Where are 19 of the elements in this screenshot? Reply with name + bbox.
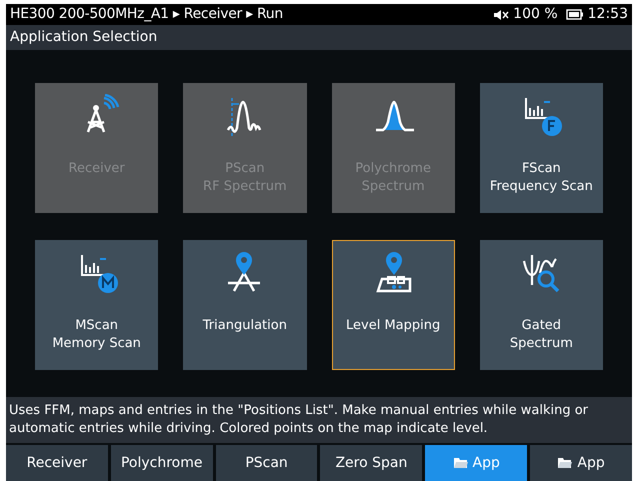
app-tile[interactable]: FScan Frequency Scan bbox=[480, 83, 603, 213]
app-tile[interactable]: Level Mapping bbox=[332, 240, 455, 370]
muted-speaker-icon bbox=[493, 8, 510, 20]
breadcrumb-path: HE300 200-500MHz_A1 ▸ Receiver ▸ Run bbox=[10, 5, 283, 24]
softkey-button[interactable]: Receiver bbox=[6, 445, 108, 481]
description-text: Uses FFM, maps and entries in the "Positions List". Make manual entries while walking or automatic entries while driving. Colored points on the map indicate level. bbox=[9, 402, 590, 438]
clock-time: 12:53 bbox=[588, 5, 628, 24]
volume-level: 100 % bbox=[513, 5, 558, 24]
folder-icon bbox=[557, 457, 574, 469]
folder-icon bbox=[452, 457, 469, 469]
app-tile[interactable]: Gated Spectrum bbox=[480, 240, 603, 370]
app-tile[interactable]: MScan Memory Scan bbox=[35, 240, 158, 370]
softkey-button[interactable]: App bbox=[530, 445, 632, 481]
softkey-button[interactable]: Zero Span bbox=[320, 445, 422, 481]
screen-title: Application Selection bbox=[10, 28, 158, 47]
softkey-button[interactable]: PScan bbox=[216, 445, 318, 481]
app-tile[interactable]: Triangulation bbox=[183, 240, 306, 370]
softkey-button[interactable]: Polychrome bbox=[110, 445, 213, 481]
battery-icon bbox=[566, 9, 584, 20]
